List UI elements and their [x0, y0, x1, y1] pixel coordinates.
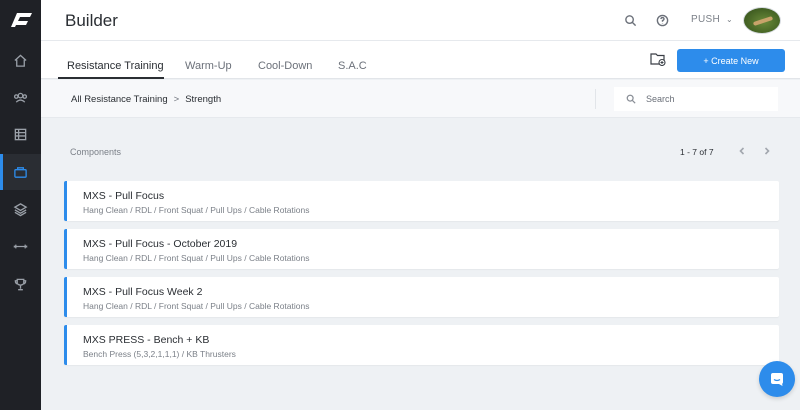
divider: [595, 89, 596, 109]
app-logo[interactable]: [0, 0, 41, 40]
component-card[interactable]: MXS PRESS - Bench + KB Bench Press (5,3,…: [64, 325, 779, 365]
tab-resistance-training[interactable]: Resistance Training: [67, 60, 164, 72]
search-icon[interactable]: [622, 12, 638, 28]
section-label: Components: [70, 147, 122, 157]
trophy-icon: [14, 278, 27, 290]
active-tab-indicator: [58, 77, 164, 79]
top-header: Builder PUSH ⌄: [41, 0, 800, 41]
tab-warm-up[interactable]: Warm-Up: [185, 60, 232, 72]
tab-cool-down[interactable]: Cool-Down: [258, 60, 312, 72]
pagination-count: 1 - 7 of 7: [680, 147, 714, 157]
search-input[interactable]: [646, 94, 766, 104]
component-exercises: Hang Clean / RDL / Front Squat / Pull Up…: [83, 205, 310, 215]
chevron-right-icon: [764, 147, 770, 155]
sidebar-item-builder[interactable]: [0, 154, 41, 190]
sidebar-item-home[interactable]: [0, 42, 41, 78]
component-card[interactable]: MXS - Pull Focus Week 2 Hang Clean / RDL…: [64, 277, 779, 317]
users-icon: [13, 92, 28, 103]
home-icon: [14, 53, 27, 67]
component-exercises: Hang Clean / RDL / Front Squat / Pull Up…: [83, 253, 310, 263]
breadcrumb-root[interactable]: All Resistance Training: [71, 94, 168, 105]
breadcrumb-separator: >: [173, 94, 180, 105]
add-folder-button[interactable]: [650, 52, 666, 67]
dumbbell-icon: [13, 244, 28, 248]
component-card[interactable]: MXS - Pull Focus - October 2019 Hang Cle…: [64, 229, 779, 269]
sidebar: [0, 0, 41, 410]
breadcrumb: All Resistance Training > Strength: [71, 94, 221, 105]
sidebar-item-layers[interactable]: [0, 191, 41, 227]
team-select[interactable]: PUSH ⌄: [691, 14, 733, 25]
table-icon: [14, 128, 27, 140]
chevron-down-icon: ⌄: [725, 15, 733, 24]
prev-page-button[interactable]: [735, 144, 749, 158]
logo-icon: [10, 13, 32, 27]
component-title: MXS - Pull Focus Week 2: [83, 286, 203, 298]
component-title: MXS - Pull Focus - October 2019: [83, 238, 238, 250]
avatar[interactable]: [743, 7, 781, 34]
sidebar-item-table[interactable]: [0, 116, 41, 152]
component-exercises: Hang Clean / RDL / Front Squat / Pull Up…: [83, 301, 310, 311]
chevron-left-icon: [739, 147, 745, 155]
next-page-button[interactable]: [760, 144, 774, 158]
sidebar-item-exercises[interactable]: [0, 228, 41, 264]
team-select-label: PUSH: [691, 14, 720, 25]
breadcrumb-bar: All Resistance Training > Strength: [41, 80, 800, 118]
sidebar-item-trophy[interactable]: [0, 266, 41, 302]
component-exercises: Bench Press (5,3,2,1,1,1) / KB Thrusters: [83, 349, 236, 359]
component-title: MXS PRESS - Bench + KB: [83, 334, 210, 346]
tabs-bar: Resistance Training Warm-Up Cool-Down S.…: [41, 41, 800, 79]
component-card[interactable]: MXS - Pull Focus Hang Clean / RDL / Fron…: [64, 181, 779, 221]
sidebar-item-users[interactable]: [0, 79, 41, 115]
folder-add-icon: [650, 53, 666, 67]
chat-launcher-button[interactable]: [759, 361, 795, 397]
create-new-button[interactable]: + Create New: [677, 49, 785, 72]
help-icon[interactable]: [654, 12, 670, 28]
chat-icon: [771, 373, 783, 386]
breadcrumb-current: Strength: [185, 94, 222, 105]
search-icon: [626, 94, 636, 104]
search-box[interactable]: [614, 87, 778, 111]
tab-sac[interactable]: S.A.C: [338, 60, 367, 72]
layers-icon: [13, 202, 28, 216]
component-title: MXS - Pull Focus: [83, 190, 165, 202]
builder-icon: [14, 166, 27, 178]
page-title: Builder: [65, 11, 118, 30]
